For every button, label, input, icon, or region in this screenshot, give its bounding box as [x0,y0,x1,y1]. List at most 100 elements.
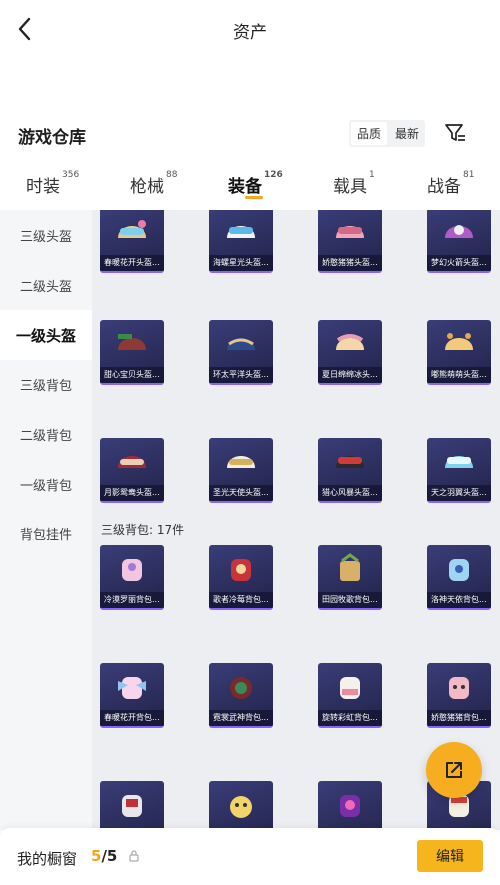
backpack-icon [231,559,251,581]
edit-button[interactable]: 编辑 [417,840,483,872]
backpack-icon [340,677,360,699]
sidebar-item-level1-helmet[interactable]: 一级头盔 [0,310,92,360]
showcase-current: 5 [91,847,102,865]
backpack-icon [340,553,360,581]
tab-count: 88 [166,170,178,180]
sidebar-item-level3-helmet[interactable]: 三级头盔 [0,210,92,260]
item-name: 天之羽翼头盔... [427,485,491,501]
item-card[interactable]: 甜心宝贝头盔... [100,320,164,385]
item-card[interactable]: 环太平洋头盔... [209,320,273,385]
helmet-icon [227,338,255,350]
backpack-icon [230,796,252,818]
sort-toggle: 品质 最新 [349,120,425,147]
backpack-icon [340,795,360,817]
item-card[interactable]: 田园牧歌背包... [318,545,382,610]
external-link-icon [446,762,462,778]
item-card[interactable] [209,781,273,830]
filter-icon [445,124,465,141]
item-card[interactable] [318,781,382,830]
tab-count: 356 [62,170,80,180]
tab-label: 时装 [26,177,60,197]
item-name: 环太平洋头盔... [209,367,273,383]
helmet-icon [445,225,473,238]
tab-vehicles[interactable]: 载具1 [333,170,375,197]
helmet-icon [336,456,364,468]
item-card[interactable]: 春暖花开头盔... [100,210,164,273]
item-name: 嘟熊萌萌头盔... [427,367,491,383]
item-card[interactable]: 夏日绵绵冰头... [318,320,382,385]
sidebar-item-backpack-charm[interactable]: 背包挂件 [0,508,92,558]
helmet-icon [336,226,364,238]
tab-equipment[interactable]: 装备126 [228,170,283,197]
item-name: 梦幻火箭头盔... [427,255,491,271]
item-name: 歌者冷莓背包... [209,592,273,608]
tab-count: 126 [264,170,283,180]
item-card[interactable]: 旋转彩虹背包... [318,663,382,728]
tab-label: 战备 [427,177,461,197]
item-card[interactable] [100,781,164,830]
item-name: 月影鸳鸯头盔... [100,485,164,501]
sort-latest-button[interactable]: 最新 [389,120,425,147]
sidebar-item-level2-backpack[interactable]: 二级背包 [0,409,92,459]
item-name: 旋转彩虹背包... [318,710,382,726]
showcase-count: 5/5 [91,847,117,865]
tab-label: 枪械 [130,177,164,197]
tab-guns[interactable]: 枪械88 [130,170,178,197]
item-card[interactable]: 娇憨猪猪头盔... [318,210,382,273]
item-card[interactable]: 歌者冷莓背包... [209,545,273,610]
group-header: 三级背包: 17件 [101,523,185,537]
page-title: 资产 [233,23,267,43]
item-card[interactable]: 嘟熊萌萌头盔... [427,320,491,385]
tab-supplies[interactable]: 战备81 [427,170,475,197]
sort-quality-button[interactable]: 品质 [351,122,387,145]
item-card[interactable]: 天之羽翼头盔... [427,438,491,503]
filter-button[interactable] [443,121,467,145]
backpack-icon [449,677,469,699]
sidebar-item-level1-backpack[interactable]: 一级背包 [0,459,92,509]
item-card[interactable]: 春暖花开背包... [100,663,164,728]
item-card[interactable]: 洛神天依背包... [427,545,491,610]
helmet-icon [118,456,146,468]
tab-label: 载具 [333,177,367,197]
item-name: 春暖花开头盔... [100,255,164,271]
category-tabs: 时装356 枪械88 装备126 载具1 战备81 [0,160,500,210]
backpack-icon [122,559,142,581]
item-name: 猎心风暴头盔... [318,485,382,501]
item-name: 洛神天依背包... [427,592,491,608]
showcase-bar: 我的橱窗 5/5 编辑 [0,828,500,885]
lock-icon [129,850,139,862]
tab-label: 装备 [228,177,262,197]
item-name: 冷漠罗丽背包... [100,592,164,608]
backpack-icon [122,795,142,817]
helmet-icon [445,456,473,468]
subcategory-sidebar: 三级头盔 二级头盔 一级头盔 三级背包 二级背包 一级背包 背包挂件 [0,210,92,830]
helmet-icon [118,334,146,350]
item-card[interactable]: 海螺星光头盔... [209,210,273,273]
tab-fashion[interactable]: 时装356 [26,170,80,197]
item-card[interactable]: 霓裳武神背包... [209,663,273,728]
item-card[interactable]: 猎心风暴头盔... [318,438,382,503]
item-card[interactable]: 圣光天使头盔... [209,438,273,503]
section-title: 游戏仓库 [18,128,86,148]
item-name: 海螺星光头盔... [209,255,273,271]
item-name: 霓裳武神背包... [209,710,273,726]
active-tab-indicator [245,196,263,199]
share-button[interactable] [426,742,482,798]
item-name: 娇憨猪猪头盔... [318,255,382,271]
sidebar-item-level3-backpack[interactable]: 三级背包 [0,359,92,409]
backpack-icon [230,677,252,699]
helmet-icon [336,334,364,350]
sidebar-item-level2-helmet[interactable]: 二级头盔 [0,260,92,310]
top-bar: 资产 [0,0,500,58]
item-card[interactable]: 月影鸳鸯头盔... [100,438,164,503]
helmet-icon [227,456,255,468]
item-card[interactable]: 梦幻火箭头盔... [427,210,491,273]
item-name: 甜心宝贝头盔... [100,367,164,383]
helmet-icon [445,333,473,350]
tab-count: 81 [463,170,475,180]
item-card[interactable]: 冷漠罗丽背包... [100,545,164,610]
backpack-icon [449,559,469,581]
item-card[interactable]: 娇憨猪猪背包... [427,663,491,728]
item-name: 春暖花开背包... [100,710,164,726]
item-grid: 春暖花开头盔... 海螺星光头盔... 娇憨猪猪头盔... 梦幻火箭头盔... … [92,210,500,830]
